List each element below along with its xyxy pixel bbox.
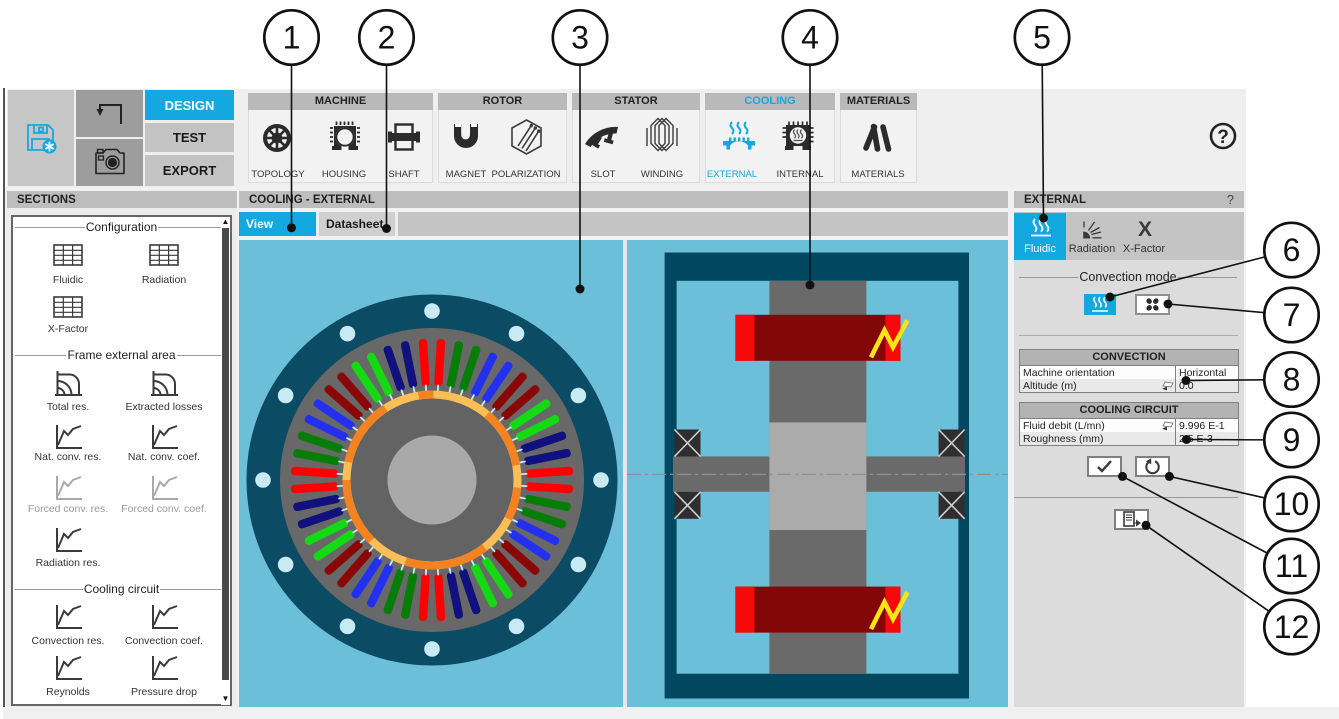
svg-text:1: 1 xyxy=(283,20,301,56)
svg-text:5: 5 xyxy=(1033,20,1051,56)
svg-text:12: 12 xyxy=(1274,609,1310,645)
svg-text:7: 7 xyxy=(1283,297,1301,333)
svg-text:11: 11 xyxy=(1275,548,1308,584)
svg-text:9: 9 xyxy=(1283,422,1301,458)
svg-text:6: 6 xyxy=(1283,232,1301,268)
svg-text:4: 4 xyxy=(801,20,819,56)
svg-text:10: 10 xyxy=(1274,486,1310,522)
svg-text:2: 2 xyxy=(378,20,396,56)
svg-text:8: 8 xyxy=(1283,362,1301,398)
svg-text:3: 3 xyxy=(571,20,589,56)
